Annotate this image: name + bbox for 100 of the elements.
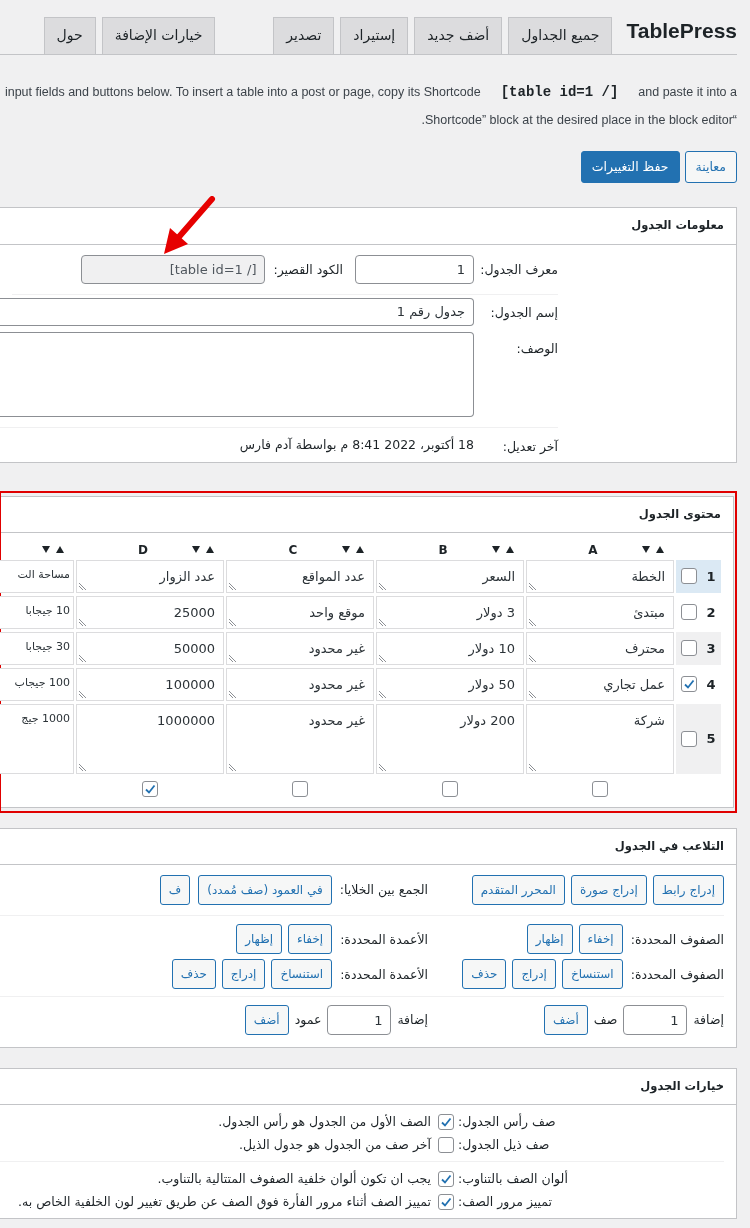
table-cell-field[interactable]: محترف <box>526 631 674 665</box>
table-cell-field[interactable]: 100000 <box>76 667 224 701</box>
table-cell-field[interactable]: 30 جيجابا <box>0 631 74 665</box>
field-label: آخر تعديل: <box>502 438 558 454</box>
checkbox[interactable] <box>681 640 697 657</box>
table-cell-field[interactable]: مبتدئ <box>526 595 674 629</box>
action-button[interactable]: المحرر المتقدم <box>471 875 565 905</box>
checkbox[interactable] <box>142 780 158 797</box>
checkmark-icon <box>144 782 156 795</box>
table-cell-field[interactable]: مساحة الت <box>0 559 74 593</box>
table-cell-field[interactable]: غير محدود <box>226 631 374 665</box>
save-button[interactable]: حفظ التغييرات <box>580 151 680 184</box>
table-cell-field[interactable]: عدد الزوار <box>76 559 224 593</box>
resize-handle-icon <box>79 689 87 698</box>
action-button[interactable]: إدراج صورة <box>570 875 647 905</box>
sort-up-icon[interactable] <box>656 546 664 554</box>
sort-down-icon[interactable] <box>42 546 50 554</box>
action-button[interactable]: إخفاء <box>578 924 623 954</box>
action-button[interactable]: أضف <box>543 1005 588 1035</box>
field-label: صف <box>593 1010 618 1029</box>
sort-up-icon[interactable] <box>56 546 64 554</box>
sort-down-icon[interactable] <box>192 546 200 554</box>
nav-tab[interactable]: حول <box>43 16 96 54</box>
field-label: صف ذيل الجدول: <box>458 1137 550 1153</box>
table-cell-field[interactable]: 1000 جيج <box>0 703 74 774</box>
description-field[interactable] <box>0 331 474 417</box>
checkbox[interactable] <box>681 730 697 747</box>
table-cell-field[interactable]: عمل تجاري <box>526 667 674 701</box>
checkbox[interactable] <box>442 780 458 797</box>
action-button[interactable]: أضف <box>244 1005 289 1035</box>
action-button[interactable]: إدراج <box>221 959 266 989</box>
table-cell-field[interactable]: 1000000 <box>76 703 224 774</box>
resize-handle-icon <box>379 581 387 590</box>
table-cell-field[interactable]: 100 جيجاب <box>0 667 74 701</box>
action-button[interactable]: حذف <box>171 959 216 989</box>
action-button[interactable]: حذف <box>462 959 507 989</box>
table-cell-field[interactable]: 25000 <box>76 595 224 629</box>
sort-up-icon[interactable] <box>206 546 214 554</box>
sort-down-icon[interactable] <box>642 546 650 554</box>
checkbox[interactable] <box>438 1170 454 1187</box>
nav-tab[interactable]: تصدير <box>273 16 335 54</box>
table-cell-field[interactable]: 10 جيجابا <box>0 595 74 629</box>
table-cell-field[interactable]: 10 دولار <box>376 631 524 665</box>
table-cell-field[interactable]: غير محدود <box>226 703 374 774</box>
field-label: الأعمدة المحددة: <box>340 932 428 947</box>
checkbox[interactable] <box>438 1113 454 1130</box>
table-cell-field[interactable]: 3 دولار <box>376 595 524 629</box>
nav-tab[interactable]: أضف جديد <box>414 16 503 54</box>
row-number: 1 <box>705 567 717 586</box>
table-cell-field[interactable]: موقع واحد <box>226 595 374 629</box>
table-name-field[interactable]: جدول رقم 1 <box>0 297 474 326</box>
nav-tab[interactable]: إستيراد <box>340 16 409 54</box>
field-label: صف رأس الجدول: <box>458 1114 556 1130</box>
nav-tab[interactable]: خيارات الإضافة <box>101 16 216 54</box>
resize-handle-icon <box>379 653 387 662</box>
action-button[interactable]: إظهار <box>236 924 283 954</box>
checkbox[interactable] <box>681 676 697 693</box>
sort-down-icon[interactable] <box>492 546 500 554</box>
checkmark-icon <box>440 1195 452 1208</box>
checkbox[interactable] <box>438 1193 454 1210</box>
intro-text: “Shortcode” block at the desired place in the block editor. <box>420 111 737 129</box>
action-button[interactable]: استنساخ <box>561 959 623 989</box>
checkbox[interactable] <box>438 1136 454 1153</box>
sort-down-icon[interactable] <box>342 546 350 554</box>
table-cell-field[interactable]: عدد المواقع <box>226 559 374 593</box>
checkbox[interactable] <box>292 780 308 797</box>
checkbox[interactable] <box>681 568 697 585</box>
action-button[interactable]: استنساخ <box>271 959 333 989</box>
option-description: يجب ان تكون ألوان خلفية الصفوف المتتالية بالتناوب. <box>157 1169 431 1189</box>
checkbox[interactable] <box>592 780 608 797</box>
checkbox[interactable] <box>681 604 697 621</box>
action-button[interactable]: إدراج <box>512 959 556 989</box>
table-cell-field[interactable]: السعر <box>376 559 524 593</box>
shortcode-field[interactable]: [table id=1 /] <box>81 254 266 284</box>
table-cell-field[interactable]: شركة <box>526 703 674 774</box>
resize-handle-icon <box>529 617 537 626</box>
count-field[interactable]: 1 <box>327 1005 392 1035</box>
sort-up-icon[interactable] <box>356 546 364 554</box>
resize-handle-icon <box>79 617 87 626</box>
intro-text: input fields and buttons below. To insert a table into a post or page, copy its Shortcode <box>4 83 481 101</box>
action-button[interactable]: ف <box>159 875 191 905</box>
nav-tab[interactable]: جميع الجداول <box>508 16 613 54</box>
action-button[interactable]: إظهار <box>526 924 573 954</box>
resize-handle-icon <box>229 762 237 771</box>
table-cell-field[interactable]: 50 دولار <box>376 667 524 701</box>
field-label: الجمع بين الخلايا: <box>339 880 428 900</box>
sort-up-icon[interactable] <box>506 546 514 554</box>
action-button[interactable]: إخفاء <box>288 924 333 954</box>
table-cell-field[interactable]: الخطة <box>526 559 674 593</box>
action-button[interactable]: في العمود (صف مُمدد) <box>198 875 332 905</box>
action-button[interactable]: إدراج رابط <box>652 875 724 905</box>
table-id-field[interactable]: 1 <box>355 254 474 284</box>
app-title: TablePress <box>626 18 737 44</box>
table-cell-field[interactable]: 200 دولار <box>376 703 524 774</box>
resize-handle-icon <box>79 581 87 590</box>
count-field[interactable]: 1 <box>623 1005 688 1035</box>
preview-button[interactable]: معاينة <box>684 151 737 184</box>
table-cell-field[interactable]: غير محدود <box>226 667 374 701</box>
column-letter: C <box>287 541 299 559</box>
table-cell-field[interactable]: 50000 <box>76 631 224 665</box>
